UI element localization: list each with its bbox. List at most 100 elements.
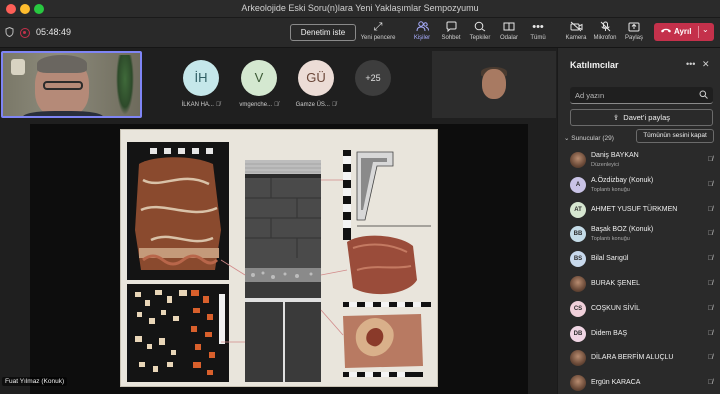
recording-icon [20,28,30,38]
participant-role: Toplantı konuğu [591,236,630,243]
avatar: V [241,60,277,96]
share-invite-label: Davet’i paylaş [623,113,670,122]
mic-off-icon: 🎙̸ [707,304,713,312]
participant-tile[interactable]: V vmgenche... 🎙̸ [234,60,284,108]
participant-row[interactable]: BS Bilal Sarıgül 🎙̸ [558,247,720,272]
participant-search[interactable] [570,87,713,104]
window-title: Arkeolojide Eski Soru(n)lara Yeni Yaklaş… [241,3,479,13]
avatar: A [570,176,586,193]
leave-button[interactable]: Ayrıl ⌄ [654,23,714,41]
chevron-down-icon[interactable]: ⌄ [702,25,709,34]
presenters-section-header[interactable]: ⌄ Sunucular (29) [564,134,614,142]
share-label: Paylaş [624,35,643,41]
video-person-glasses [43,81,83,90]
participant-row[interactable]: BB Başak BOZ (Konuk) Toplantı konuğu 🎙̸ [558,222,720,247]
participant-tile[interactable]: GÜ Gamze ÜS... 🎙̸ [291,60,341,108]
participant-name: Daniş BAYKAN [591,152,639,159]
participant-name: Ergün KARACA [591,379,641,387]
participant-row[interactable]: AT AHMET YUSUF TÜRKMEN 🎙̸ [558,198,720,223]
shield-icon [5,26,14,40]
mic-off-icon: 🎙̸ [707,230,713,238]
video-person [482,69,506,99]
title-bar: Arkeolojide Eski Soru(n)lara Yeni Yaklaş… [0,0,720,18]
avatar [570,152,586,168]
more-button[interactable]: ••• Tümü [518,21,558,41]
participant-name: BURAK ŞENEL [591,279,641,287]
mic-off-icon: 🎙̸ [707,255,713,263]
share-icon [614,21,654,34]
remote-video-tile[interactable] [432,51,556,118]
participant-row[interactable]: DB Didem BAŞ 🎙̸ [558,322,720,347]
presenters-section-label: Sunucular (29) [571,135,614,142]
more-options-icon[interactable]: ••• [686,59,695,69]
new-window-icon: ⤢ [373,21,383,33]
avatar [570,375,586,392]
more-participants-tile[interactable]: +25 [348,60,398,96]
participant-row[interactable]: BURAK ŞENEL 🎙̸ [558,272,720,297]
phone-icon [660,25,672,38]
meeting-toolbar: 05:48:49 Denetim iste ⤢ Yeni pencere Kiş… [0,18,720,48]
mic-off-icon: 🎙̸ [707,180,713,188]
video-person-shirt [23,111,103,116]
avatar: DB [570,325,586,342]
search-input[interactable] [575,89,695,101]
panel-title: Katılımcılar [570,60,619,70]
participants-panel: Katılımcılar ••• ✕ ⇪Davet’i paylaş ⌄ Sun… [557,48,720,394]
participant-role: Toplantı konuğu [591,186,630,193]
participant-row[interactable]: Ergün KARACA 🎙̸ [558,371,720,394]
avatar: İH [183,60,219,96]
mic-off-icon: 🎙̸ [707,156,713,163]
participant-row[interactable]: DİLARA BERFİM ALUÇLU 🎙̸ [558,346,720,371]
participant-name: DİLARA BERFİM ALUÇLU [591,354,674,362]
participant-row[interactable]: CS COŞKUN SİVİL 🎙̸ [558,297,720,322]
participant-tile-name: Gamze ÜS... 🎙̸ [291,102,341,108]
presenter-name-label: Fuat Yılmaz (Konuk) [2,377,68,386]
avatar [570,350,586,367]
more-icon: ••• [532,21,544,33]
mute-all-button[interactable]: Tümünün sesini kapat [636,129,714,143]
avatar: BB [570,226,586,243]
new-window-button[interactable]: ⤢ Yeni pencere [358,21,398,41]
participant-tile-label: Gamze ÜS... [295,102,330,108]
more-label: Tümü [530,35,546,41]
request-control-button[interactable]: Denetim iste [290,24,356,41]
mic-off-icon: 🎙̸ [274,102,279,108]
more-participants-count: +25 [355,60,391,96]
participant-name: Başak BOZ (Konuk) [591,226,654,234]
avatar: BS [570,251,586,268]
archaeology-figure [127,142,431,382]
participant-row[interactable]: A A.Özdizbay (Konuk) Toplantı konuğu 🎙̸ [558,173,720,198]
participant-name: AHMET YUSUF TÜRKMEN [591,205,678,213]
participant-role: Düzenleyici [591,162,620,168]
mic-off-icon: 🎙̸ [707,379,713,387]
avatar: AT [570,201,586,218]
self-video-tile[interactable] [1,51,142,118]
mic-off-icon: 🎙̸ [707,205,713,213]
close-icon[interactable]: ✕ [702,59,710,70]
chevron-down-icon: ⌄ [564,135,570,142]
avatar: GÜ [298,60,334,96]
participant-name: Bilal Sarıgül [591,255,629,263]
mic-off-icon: 🎙̸ [707,354,713,362]
video-person-hair [37,55,87,73]
share-icon: ⇪ [613,113,620,122]
video-plant [116,55,134,115]
participant-tile-label: vmgenche... [239,102,273,108]
mic-off-icon: 🎙̸ [215,102,221,108]
participant-name: COŞKUN SİVİL [591,304,641,312]
share-invite-button[interactable]: ⇪ Davet’i paylaş [570,109,713,126]
participant-row[interactable]: Daniş BAYKAN Düzenleyici 🎙̸ [558,148,720,173]
shared-slide [120,129,438,387]
mic-off-icon: 🎙̸ [707,329,713,337]
video-lamp [11,59,25,75]
avatar: CS [570,300,586,317]
participant-tile-name: vmgenche... 🎙̸ [234,102,284,108]
leave-divider [698,26,699,38]
mic-off-icon: 🎙̸ [331,102,337,108]
participant-tile-name: İLKAN HA... 🎙̸ [176,102,226,108]
participant-tile[interactable]: İH İLKAN HA... 🎙̸ [176,60,226,108]
search-icon [699,90,708,101]
share-button[interactable]: Paylaş [614,21,654,41]
new-window-label: Yeni pencere [360,35,396,41]
participant-name: A.Özdizbay (Konuk) [591,176,654,184]
